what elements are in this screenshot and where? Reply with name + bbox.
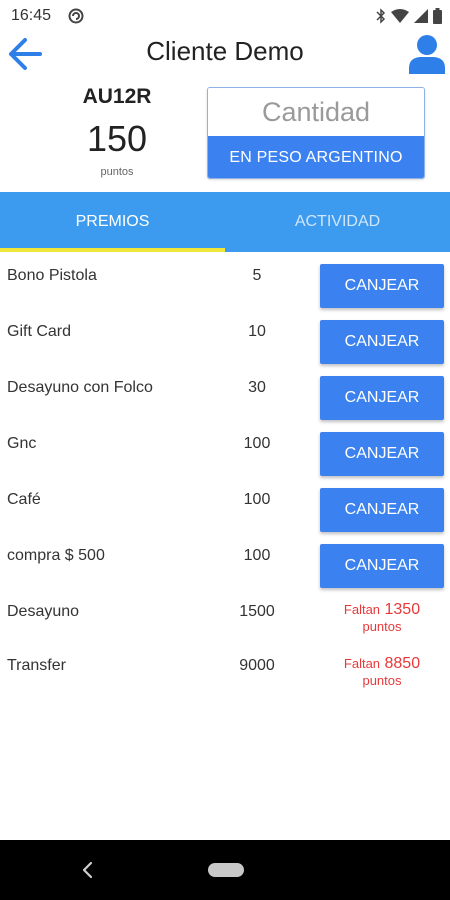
reward-name: Desayuno <box>7 603 80 620</box>
reward-points: 5 <box>252 267 262 284</box>
redeem-button[interactable]: CANJEAR <box>320 320 444 364</box>
nav-back-icon[interactable] <box>78 860 98 880</box>
signal-icon <box>414 9 428 23</box>
redeem-button[interactable]: CANJEAR <box>320 376 444 420</box>
missing-prefix: Faltan <box>343 602 381 617</box>
status-bar: 16:45 <box>0 0 450 32</box>
missing-points: 1350 <box>384 601 421 618</box>
status-time: 16:45 <box>11 7 52 24</box>
reward-points: 30 <box>248 379 266 396</box>
bluetooth-icon <box>376 8 386 24</box>
points-label: puntos <box>100 166 134 178</box>
list-item: Desayuno con Folco 30 CANJEAR <box>0 364 450 420</box>
app-header: Cliente Demo <box>0 32 450 76</box>
currency-button[interactable]: EN PESO ARGENTINO <box>208 136 424 178</box>
list-item: Desayuno 1500 Faltan 1350 puntos <box>0 588 450 644</box>
list-item: Gift Card 10 CANJEAR <box>0 308 450 364</box>
reward-name: Gnc <box>7 435 37 452</box>
points-balance: 150 <box>86 118 148 159</box>
list-item: Gnc 100 CANJEAR <box>0 420 450 476</box>
reward-name: Bono Pistola <box>7 267 97 284</box>
app-notification-icon <box>68 8 84 24</box>
tab-premios[interactable]: PREMIOS <box>0 192 225 252</box>
reward-name: Café <box>7 491 41 508</box>
page-title: Cliente Demo <box>146 36 304 66</box>
quantity-input[interactable] <box>208 88 424 136</box>
reward-name: Gift Card <box>7 323 72 340</box>
missing-points-notice: Faltan 1350 puntos <box>320 601 444 635</box>
tab-actividad[interactable]: ACTIVIDAD <box>225 192 450 252</box>
reward-points: 9000 <box>239 657 275 674</box>
redeem-button[interactable]: CANJEAR <box>320 544 444 588</box>
tab-bar: PREMIOS ACTIVIDAD <box>0 192 450 252</box>
battery-icon <box>433 8 442 24</box>
quantity-box: EN PESO ARGENTINO <box>207 87 425 179</box>
list-item: Café 100 CANJEAR <box>0 476 450 532</box>
user-profile-icon <box>409 35 445 74</box>
list-item: Bono Pistola 5 CANJEAR <box>0 252 450 308</box>
navigation-bar <box>0 840 450 900</box>
status-icons <box>376 8 442 24</box>
reward-points: 100 <box>243 435 271 452</box>
missing-suffix: puntos <box>362 673 402 688</box>
reward-name: Transfer <box>7 657 66 674</box>
redeem-button[interactable]: CANJEAR <box>320 264 444 308</box>
redeem-button[interactable]: CANJEAR <box>320 488 444 532</box>
list-item: Transfer 9000 Faltan 8850 puntos <box>0 642 450 698</box>
reward-points: 100 <box>243 547 271 564</box>
reward-name: compra $ 500 <box>7 547 105 564</box>
redeem-button[interactable]: CANJEAR <box>320 432 444 476</box>
missing-prefix: Faltan <box>343 656 381 671</box>
profile-button[interactable] <box>408 34 446 74</box>
missing-suffix: puntos <box>362 619 402 634</box>
wifi-icon <box>391 9 409 23</box>
reward-points: 100 <box>243 491 271 508</box>
missing-points: 8850 <box>384 655 421 672</box>
nav-home-pill[interactable] <box>208 863 244 877</box>
reward-points: 1500 <box>239 603 275 620</box>
reward-name: Desayuno con Folco <box>7 379 153 396</box>
client-code: AU12R <box>82 85 152 108</box>
missing-points-notice: Faltan 8850 puntos <box>320 655 444 689</box>
list-item: compra $ 500 100 CANJEAR <box>0 532 450 588</box>
reward-points: 10 <box>248 323 266 340</box>
